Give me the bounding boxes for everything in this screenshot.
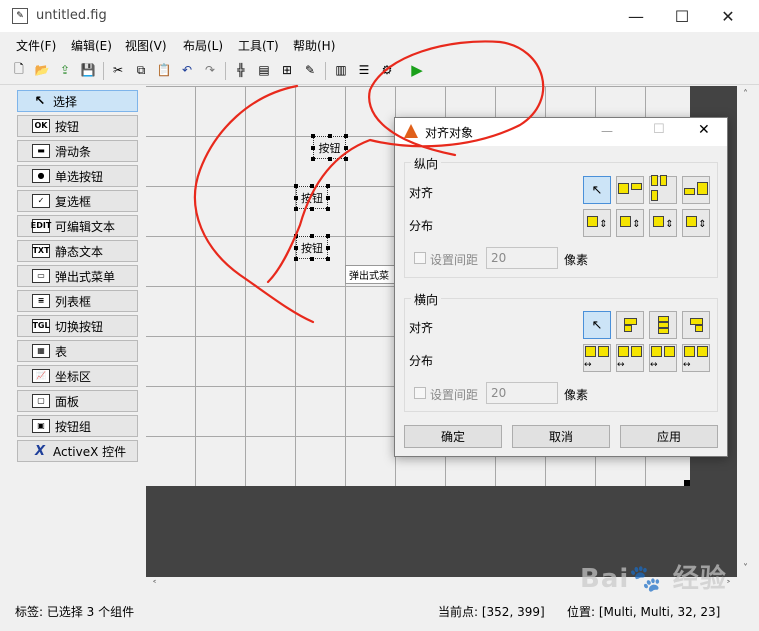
annotation-stroke [193, 40, 545, 324]
red-annotation-scribble [193, 40, 545, 324]
baidu-watermark-logo: Bai🐾 经验 [580, 564, 727, 594]
